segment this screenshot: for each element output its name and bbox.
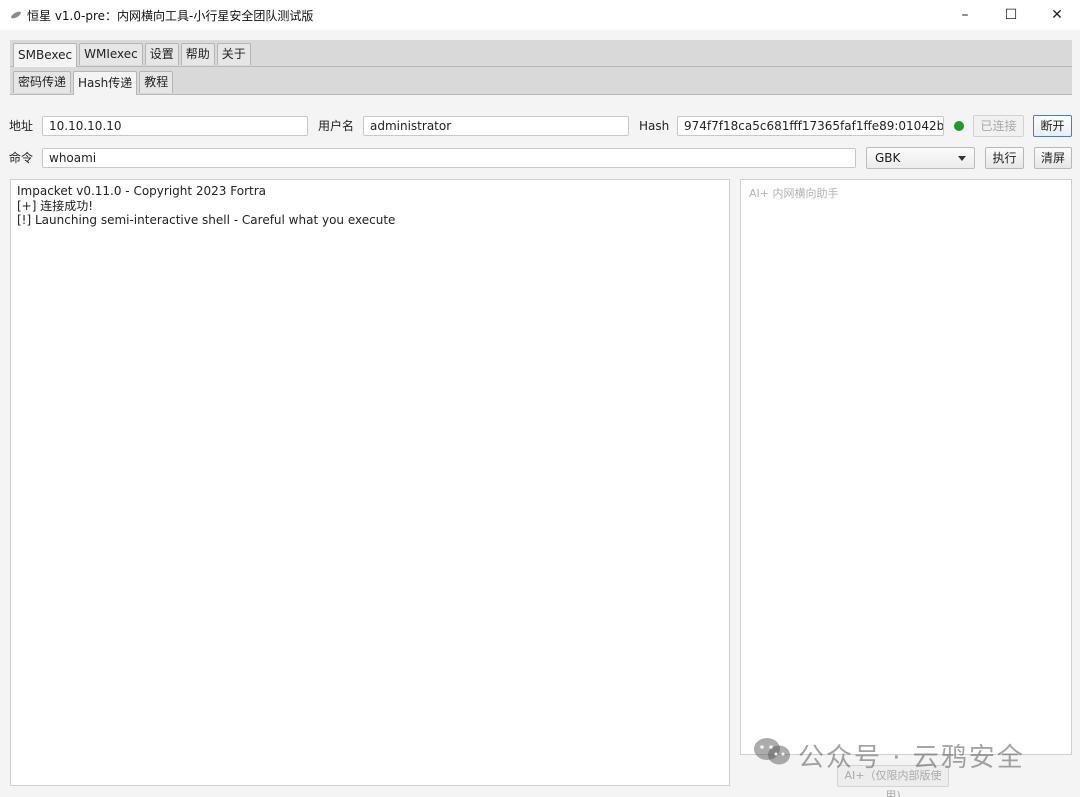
username-label: 用户名 (318, 119, 355, 133)
maximize-button[interactable]: ☐ (988, 0, 1034, 30)
hash-input[interactable]: 974f7f18ca5c681fff17365faf1ffe89:01042bc… (677, 116, 944, 136)
ai-placeholder: AI+ 内网横向助手 (749, 187, 839, 200)
tab-smbexec[interactable]: SMBexec (13, 43, 78, 67)
window-title: 恒星 v1.0-pre：内网横向工具-小行星安全团队测试版 (27, 8, 314, 23)
address-input[interactable]: 10.10.10.10 (42, 116, 308, 136)
output-line: [+] 连接成功! (17, 198, 94, 213)
tab-about[interactable]: 关于 (216, 43, 251, 65)
window-controls: – ☐ ✕ (942, 0, 1080, 30)
output-console[interactable]: Impacket v0.11.0 - Copyright 2023 Fortra… (10, 179, 730, 786)
execute-button[interactable]: 执行 (985, 147, 1024, 169)
main-tabstrip: SMBexec WMIexec 设置 帮助 关于 (10, 40, 1072, 67)
tab-settings[interactable]: 设置 (144, 43, 179, 65)
watermark: 公众号 · 云鸦安全 (752, 736, 1025, 775)
tab-password-pass[interactable]: 密码传递 (13, 71, 72, 93)
tab-hash-pass[interactable]: Hash传递 (73, 71, 138, 95)
address-label: 地址 (9, 119, 34, 133)
minimize-button[interactable]: – (942, 0, 988, 30)
connected-button[interactable]: 已连接 (973, 115, 1024, 137)
hash-label: Hash (639, 119, 670, 133)
watermark-text: 公众号 · 云鸦安全 (798, 743, 1025, 773)
output-line: Impacket v0.11.0 - Copyright 2023 Fortra (17, 184, 266, 198)
tab-tutorial[interactable]: 教程 (139, 71, 174, 93)
close-button[interactable]: ✕ (1034, 0, 1080, 30)
encoding-selected-value: GBK (875, 151, 901, 165)
tab-wmiexec[interactable]: WMIexec (79, 43, 143, 65)
output-line: [!] Launching semi-interactive shell - C… (17, 213, 396, 227)
disconnect-button[interactable]: 断开 (1033, 115, 1072, 137)
app-window: 恒星 v1.0-pre：内网横向工具-小行星安全团队测试版 – ☐ ✕ SMBe… (0, 0, 1080, 797)
wechat-icon (752, 736, 792, 775)
chevron-down-icon (958, 156, 966, 161)
encoding-select[interactable]: GBK (866, 147, 975, 169)
app-logo-icon (10, 9, 22, 21)
command-input[interactable]: whoami (42, 148, 856, 168)
username-input[interactable]: administrator (363, 116, 629, 136)
clear-button[interactable]: 清屏 (1034, 147, 1072, 169)
connection-status-icon (954, 121, 964, 131)
command-label: 命令 (9, 151, 34, 165)
tab-help[interactable]: 帮助 (180, 43, 215, 65)
title-bar: 恒星 v1.0-pre：内网横向工具-小行星安全团队测试版 – ☐ ✕ (0, 0, 1080, 30)
ai-assistant-textarea[interactable]: AI+ 内网横向助手 (740, 179, 1072, 755)
sub-tabstrip: 密码传递 Hash传递 教程 (10, 67, 1072, 95)
